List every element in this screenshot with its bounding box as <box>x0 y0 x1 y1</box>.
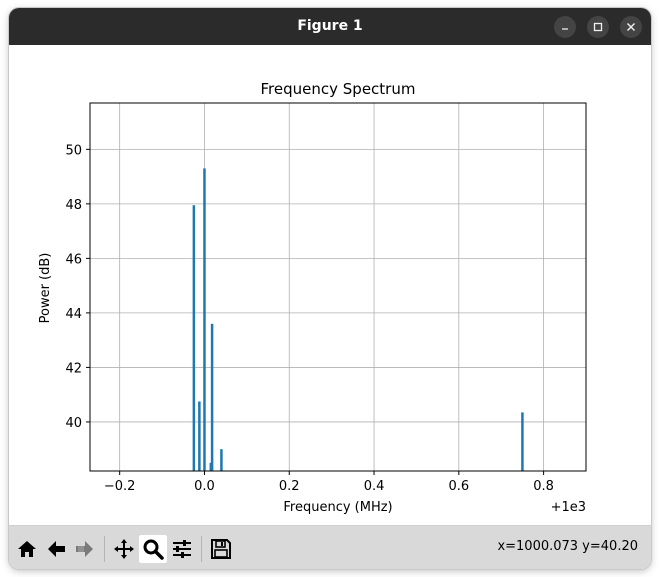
x-tick-label: 0.0 <box>194 479 215 494</box>
cursor-coordinates: x=1000.073 y=40.20 <box>497 539 638 554</box>
x-offset-label: +1e3 <box>551 500 586 515</box>
save-button[interactable] <box>207 535 235 563</box>
forward-button[interactable] <box>71 535 99 563</box>
y-axis-label: Power (dB) <box>38 253 53 324</box>
x-tick-label: 0.2 <box>279 479 300 494</box>
toolbar-separator <box>201 536 202 562</box>
x-tick-label: −0.2 <box>104 479 136 494</box>
navigation-toolbar: x=1000.073 y=40.20 <box>9 525 651 569</box>
pan-button[interactable] <box>110 535 138 563</box>
zoom-button[interactable] <box>139 535 167 563</box>
figure-window: Figure 1 −0.2 0.0 0.2 0.4 0.6 0.8 40 42 44 46 48 5… <box>9 8 651 569</box>
grid-lines <box>90 103 586 471</box>
home-button[interactable] <box>13 535 41 563</box>
close-button[interactable] <box>620 16 642 38</box>
spectrum-bar <box>192 205 196 471</box>
save-icon <box>211 539 231 559</box>
y-tick-label: 50 <box>65 143 82 158</box>
spectrum-bar <box>220 449 223 471</box>
minimize-icon <box>562 28 568 30</box>
home-icon <box>18 541 36 557</box>
spectrum-bar <box>521 412 524 471</box>
maximize-button[interactable] <box>587 16 609 38</box>
bars <box>192 168 524 471</box>
axes-frame <box>89 102 587 472</box>
y-tick-label: 46 <box>65 252 82 267</box>
spectrum-bar <box>198 401 201 471</box>
toolbar-separator <box>104 536 105 562</box>
forward-arrow-icon <box>76 541 93 557</box>
y-tick-label: 40 <box>65 416 82 431</box>
configure-subplots-button[interactable] <box>168 535 196 563</box>
chart-svg: −0.2 0.0 0.2 0.4 0.6 0.8 40 42 44 46 48 50 Frequen… <box>38 80 587 515</box>
title-bar[interactable]: Figure 1 <box>9 8 651 45</box>
move-icon <box>114 539 134 559</box>
x-tick-label: 0.4 <box>364 479 385 494</box>
x-axis-label: Frequency (MHz) <box>283 500 392 515</box>
spectrum-bar <box>203 168 206 471</box>
y-tick-label: 44 <box>65 307 82 322</box>
sliders-icon <box>173 540 191 558</box>
magnifier-icon <box>143 539 164 560</box>
spectrum-bar <box>210 323 214 471</box>
x-tick-label: 0.8 <box>533 479 554 494</box>
y-tick-label: 48 <box>65 198 82 213</box>
close-icon <box>627 23 635 31</box>
y-tick-label: 42 <box>65 361 82 376</box>
chart-title: Frequency Spectrum <box>261 80 416 98</box>
minimize-button[interactable] <box>554 16 576 38</box>
x-tick-label: 0.6 <box>448 479 469 494</box>
y-axis: 40 42 44 46 48 50 <box>65 143 90 431</box>
x-axis: −0.2 0.0 0.2 0.4 0.6 0.8 <box>104 471 554 494</box>
plot-canvas[interactable]: −0.2 0.0 0.2 0.4 0.6 0.8 40 42 44 46 48 50 Frequen… <box>9 45 651 525</box>
back-arrow-icon <box>48 541 65 557</box>
maximize-icon <box>593 22 603 32</box>
back-button[interactable] <box>42 535 70 563</box>
